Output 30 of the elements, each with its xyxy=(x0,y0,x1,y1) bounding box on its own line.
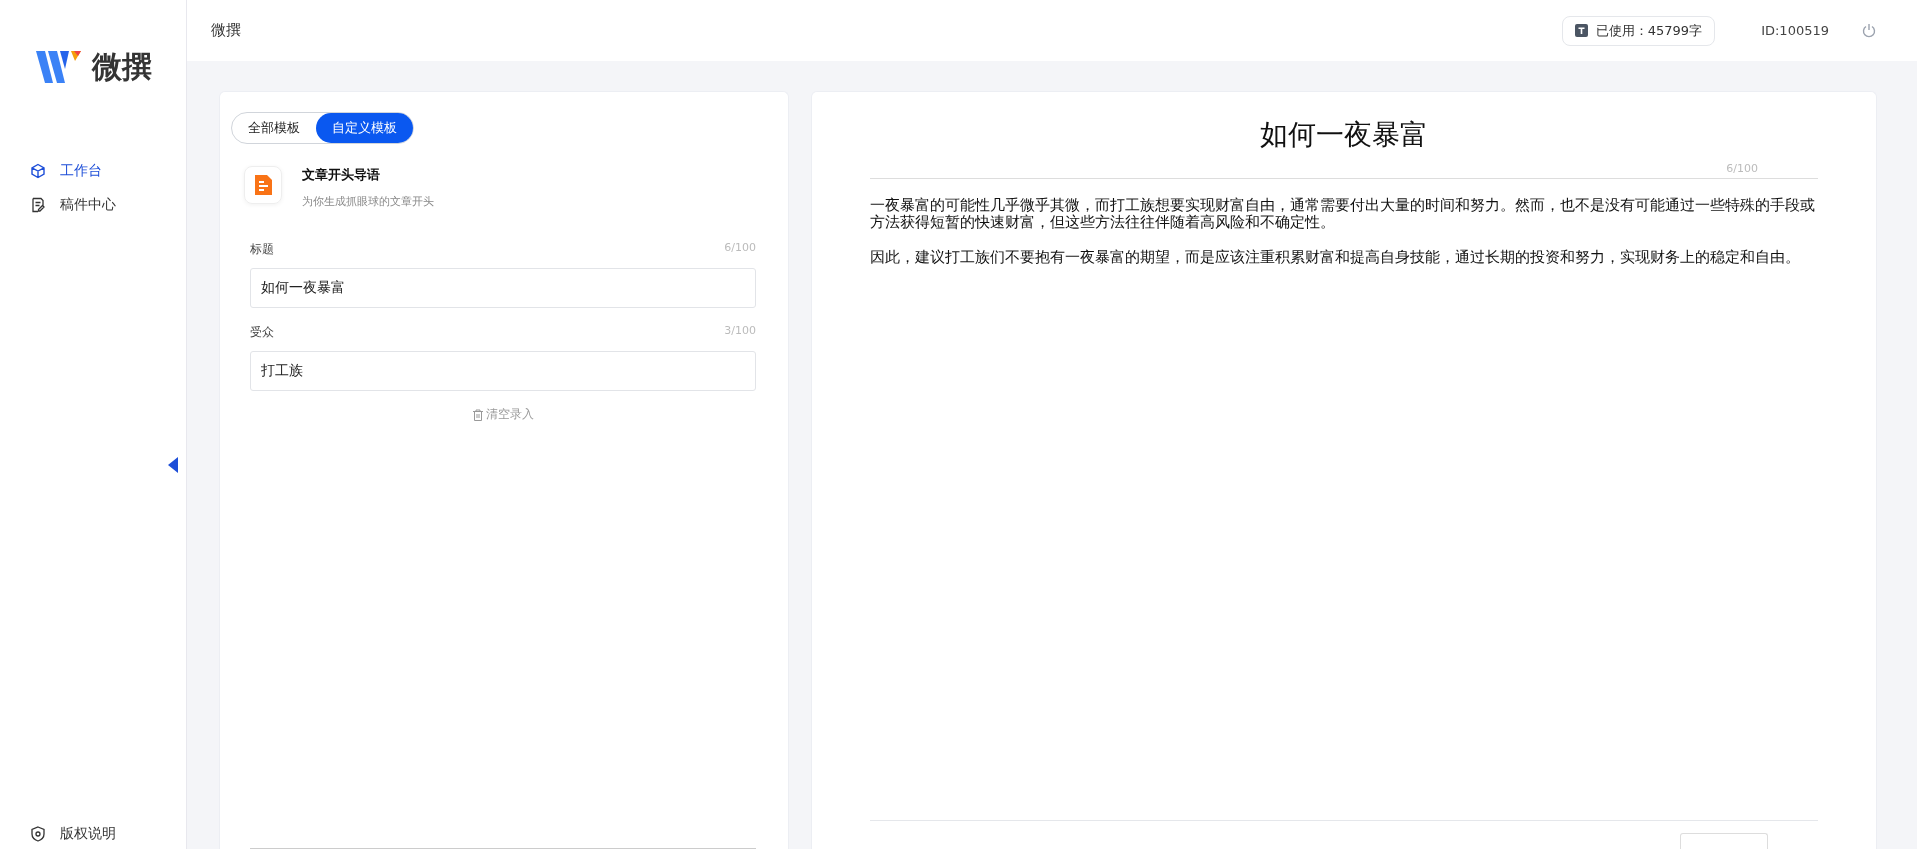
copyright-link[interactable]: 版权说明 xyxy=(30,825,116,843)
field-label: 标题 xyxy=(250,241,274,258)
article-title: 如何一夜暴富 xyxy=(1259,117,1429,153)
usage-badge: 已使用：45799字 xyxy=(1561,15,1716,46)
template-tab[interactable]: 全部模板 xyxy=(232,113,316,143)
text-icon xyxy=(1574,24,1588,37)
user-id: ID:100519 xyxy=(1761,23,1829,38)
document-edit-icon xyxy=(30,197,46,213)
shield-icon xyxy=(30,826,46,842)
power-icon[interactable] xyxy=(1861,22,1877,39)
trash-icon xyxy=(472,408,484,421)
text-input[interactable]: 如何一夜暴富 xyxy=(250,268,756,308)
field-label: 受众 xyxy=(250,324,274,341)
copy-button[interactable] xyxy=(1680,833,1768,849)
character-counter: 6/100 xyxy=(1726,162,1758,175)
cube-icon xyxy=(30,163,46,179)
character-counter: 6/100 xyxy=(724,241,756,256)
collapse-arrow-icon[interactable] xyxy=(168,457,178,473)
template-description: 为你生成抓眼球的文章开头 xyxy=(302,194,434,209)
nav-item[interactable]: 工作台 xyxy=(30,162,102,180)
logo-text: 微撰 xyxy=(92,47,152,86)
character-counter: 3/100 xyxy=(724,324,756,339)
article-paragraph: 一夜暴富的可能性几乎微乎其微，而打工族想要实现财富自由，通常需要付出大量的时间和努力。然而，也不是没有可能通过一些特殊的手段或方法获得短暂的快速财富，但这些方法往往伴随着高风险和不确定性。 xyxy=(870,197,1816,231)
template-tab[interactable]: 自定义模板 xyxy=(316,113,413,143)
template-name: 文章开头导语 xyxy=(302,166,381,184)
document-icon xyxy=(244,166,282,204)
nav-item[interactable]: 稿件中心 xyxy=(30,196,116,214)
text-input[interactable]: 打工族 xyxy=(250,351,756,391)
page-title: 微撰 xyxy=(211,21,241,40)
article-paragraph: 因此，建议打工族们不要抱有一夜暴富的期望，而是应该注重积累财富和提高自身技能，通过长期的投资和努力，实现财务上的稳定和自由。 xyxy=(870,249,1801,266)
